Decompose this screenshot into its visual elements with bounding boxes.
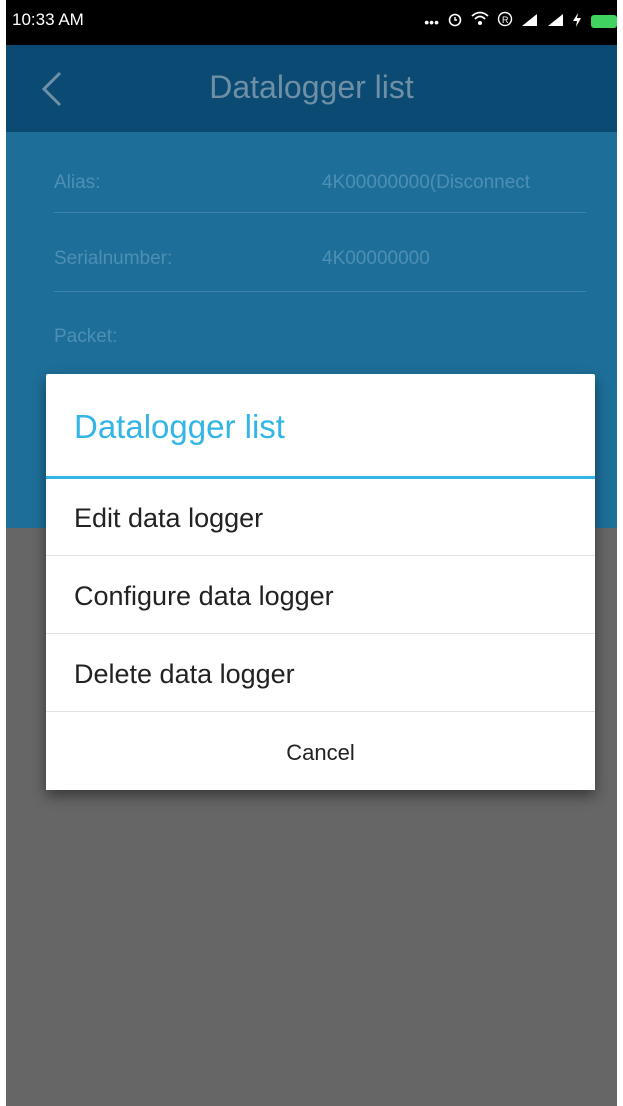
status-time: 10:33 AM bbox=[12, 10, 84, 29]
wifi-icon bbox=[471, 11, 489, 32]
alarm-icon bbox=[447, 11, 463, 32]
configure-data-logger-option[interactable]: Configure data logger bbox=[46, 557, 595, 634]
packet-row: Packet: bbox=[54, 298, 586, 378]
dialog-title: Datalogger list bbox=[74, 408, 285, 445]
divider bbox=[54, 291, 586, 292]
serial-value: 4K00000000 bbox=[322, 248, 430, 269]
signal-icon bbox=[521, 12, 539, 32]
status-icons: ••• R bbox=[424, 11, 617, 32]
status-bar: 10:33 AM ••• R bbox=[6, 0, 617, 45]
serial-label: Serialnumber: bbox=[54, 248, 173, 269]
charging-icon bbox=[573, 12, 581, 32]
cancel-button[interactable]: Cancel bbox=[46, 714, 595, 790]
signal-icon bbox=[547, 12, 565, 32]
serial-row: Serialnumber: 4K00000000 bbox=[54, 220, 586, 300]
datalogger-options-dialog: Datalogger list Edit data logger Configu… bbox=[46, 374, 595, 790]
option-label: Edit data logger bbox=[74, 503, 264, 533]
delete-data-logger-option[interactable]: Delete data logger bbox=[46, 635, 595, 712]
app-bar: Datalogger list bbox=[6, 45, 617, 132]
svg-text:R: R bbox=[502, 15, 509, 25]
edit-data-logger-option[interactable]: Edit data logger bbox=[46, 479, 595, 556]
alias-label: Alias: bbox=[54, 172, 101, 193]
divider bbox=[54, 212, 586, 213]
page-title: Datalogger list bbox=[209, 69, 414, 105]
more-dots-icon: ••• bbox=[424, 13, 439, 30]
packet-label: Packet: bbox=[54, 326, 118, 347]
roaming-icon: R bbox=[497, 11, 513, 32]
cancel-label: Cancel bbox=[286, 740, 355, 765]
option-label: Delete data logger bbox=[74, 659, 295, 689]
option-label: Configure data logger bbox=[74, 581, 334, 611]
alias-value: 4K00000000(Disconnect bbox=[322, 172, 531, 193]
battery-icon bbox=[591, 15, 617, 28]
phone-screen: 10:33 AM ••• R Datalogger list Alias: 4K… bbox=[6, 0, 617, 1106]
